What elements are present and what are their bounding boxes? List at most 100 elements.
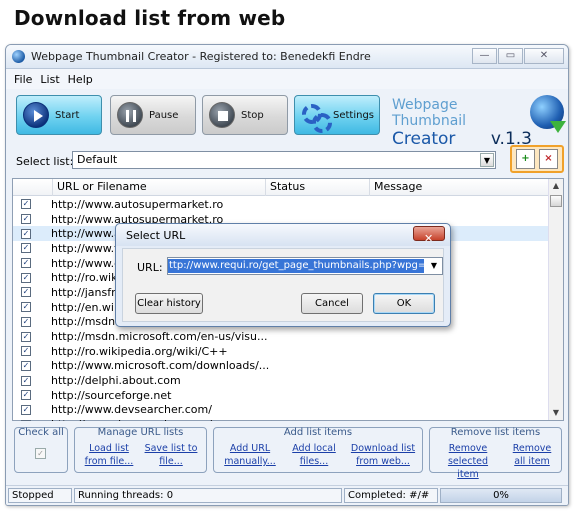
load-list-line1: Load list: [89, 443, 129, 454]
remove-all-link[interactable]: Remove all item: [508, 442, 556, 468]
row-url: http://en.wiki: [51, 300, 124, 314]
scroll-thumb[interactable]: [550, 195, 562, 207]
list-tools: + ×: [510, 145, 564, 173]
gears-icon: [301, 102, 332, 133]
dialog-title-bar: Select URL ✕: [116, 224, 450, 246]
row-checkbox[interactable]: ✓: [21, 331, 31, 342]
row-url: http://www.devsearcher.com/: [51, 418, 212, 421]
menu-bar: File List Help: [6, 69, 568, 89]
save-list-line2: file...: [159, 456, 183, 467]
vertical-scrollbar[interactable]: ▲ ▼: [548, 179, 563, 420]
remove-all-line2: all item: [514, 456, 550, 467]
add-local-line2: files...: [299, 456, 329, 467]
dialog-close-button[interactable]: ✕: [413, 226, 445, 245]
brand-line1: Webpage Thumbnail: [392, 97, 467, 129]
load-list-line2: from file...: [84, 456, 134, 467]
row-url: http://delphi.about.com: [51, 374, 181, 388]
header-status[interactable]: Status: [266, 179, 370, 196]
pause-button[interactable]: Pause: [110, 95, 196, 135]
stop-button[interactable]: Stop: [202, 95, 288, 135]
header-url[interactable]: URL or Filename: [53, 179, 266, 196]
cancel-button[interactable]: Cancel: [301, 293, 363, 314]
row-checkbox[interactable]: ✓: [21, 346, 31, 357]
check-all-checkbox[interactable]: ✓: [35, 448, 46, 459]
add-document-icon: +: [521, 153, 530, 164]
remove-selected-link[interactable]: Remove selected item: [436, 442, 500, 481]
save-list-line1: Save list to: [144, 443, 198, 454]
load-list-link[interactable]: Load list from file...: [83, 442, 135, 468]
row-checkbox[interactable]: ✓: [21, 214, 31, 225]
table-row[interactable]: ✓ http://sourceforge.net: [13, 388, 549, 403]
ok-button[interactable]: OK: [373, 293, 435, 314]
remove-selected-line1: Remove: [448, 443, 488, 454]
menu-help[interactable]: Help: [68, 73, 93, 86]
new-list-button[interactable]: +: [516, 149, 535, 169]
select-list-dropdown[interactable]: Default ▼: [72, 151, 496, 169]
row-checkbox[interactable]: ✓: [21, 287, 31, 298]
delete-list-button[interactable]: ×: [539, 149, 558, 169]
clear-history-button[interactable]: Clear history: [135, 293, 203, 314]
remove-selected-line2: selected item: [447, 456, 489, 480]
maximize-button[interactable]: ▭: [498, 48, 523, 64]
play-icon: [23, 102, 49, 128]
check-all-title: Check all: [18, 427, 64, 438]
download-list-link[interactable]: Download list from web...: [350, 442, 416, 468]
row-url: http://jansfre: [51, 285, 123, 299]
status-completed: Completed: #/#: [344, 488, 438, 503]
table-row[interactable]: ✓ http://www.devsearcher.com/: [13, 403, 549, 418]
table-row[interactable]: ✓ http://msdn.microsoft.com/en-us/visu...: [13, 329, 549, 344]
scroll-down-icon[interactable]: ▼: [549, 406, 563, 420]
table-row[interactable]: ✓ http://delphi.about.com: [13, 373, 549, 388]
remove-items-group: Remove list items Remove selected item R…: [429, 427, 562, 480]
settings-button[interactable]: Settings: [294, 95, 380, 135]
save-list-link[interactable]: Save list to file...: [141, 442, 201, 468]
start-button[interactable]: Start: [16, 95, 102, 135]
row-checkbox[interactable]: ✓: [21, 243, 31, 254]
add-local-line1: Add local: [292, 443, 336, 454]
minimize-button[interactable]: —: [472, 48, 497, 64]
url-label: URL:: [137, 261, 163, 274]
manage-lists-group: Manage URL lists Load list from file... …: [74, 427, 207, 473]
row-checkbox[interactable]: ✓: [21, 375, 31, 386]
globe-download-icon: [530, 95, 566, 133]
progress-text: 0%: [493, 490, 509, 501]
row-checkbox[interactable]: ✓: [21, 302, 31, 313]
table-row[interactable]: ✓ http://ro.wikipedia.org/wiki/C++: [13, 344, 549, 359]
url-combobox[interactable]: ttp://www.requi.ro/get_page_thumbnails.p…: [167, 257, 443, 275]
stop-icon: [209, 102, 235, 128]
row-checkbox[interactable]: ✓: [21, 272, 31, 283]
row-checkbox[interactable]: ✓: [21, 199, 31, 210]
url-input[interactable]: ttp://www.requi.ro/get_page_thumbnails.p…: [168, 259, 424, 273]
close-button[interactable]: ✕: [524, 48, 564, 64]
table-row[interactable]: ✓ http://www.microsoft.com/downloads/...: [13, 359, 549, 374]
row-checkbox[interactable]: ✓: [21, 228, 31, 239]
select-list-label: Select list:: [16, 155, 74, 168]
row-checkbox[interactable]: ✓: [21, 419, 31, 421]
toolbar: Start Pause Stop Settings Webpage Thumbn…: [12, 95, 566, 149]
app-globe-icon: [12, 50, 25, 63]
chevron-down-icon[interactable]: ▼: [480, 153, 494, 167]
settings-label: Settings: [333, 109, 375, 121]
chevron-down-icon[interactable]: ▼: [427, 259, 441, 273]
add-url-link[interactable]: Add URL manually...: [222, 442, 278, 468]
select-url-dialog: Select URL ✕ URL: ttp://www.requi.ro/get…: [115, 223, 451, 327]
menu-list[interactable]: List: [40, 73, 59, 86]
header-message[interactable]: Message: [370, 179, 550, 196]
select-list-row: Select list: Default ▼ + ×: [12, 145, 564, 177]
add-local-files-link[interactable]: Add local files...: [288, 442, 340, 468]
scroll-up-icon[interactable]: ▲: [549, 179, 563, 193]
pause-icon: [117, 102, 143, 128]
row-checkbox[interactable]: ✓: [21, 258, 31, 269]
row-checkbox[interactable]: ✓: [21, 390, 31, 401]
menu-file[interactable]: File: [14, 73, 32, 86]
add-items-title: Add list items: [283, 427, 353, 438]
row-checkbox[interactable]: ✓: [21, 316, 31, 327]
add-items-group: Add list items Add URL manually... Add l…: [213, 427, 423, 473]
table-row[interactable]: ✓ http://www.autosupermarket.ro: [13, 197, 549, 212]
row-checkbox[interactable]: ✓: [21, 360, 31, 371]
manage-lists-title: Manage URL lists: [97, 427, 184, 438]
close-icon: ✕: [424, 232, 434, 245]
table-row[interactable]: ✓ http://www.devsearcher.com/: [13, 417, 549, 421]
row-url: http://ro.wikipedia.org/wiki/C++: [51, 344, 228, 358]
row-checkbox[interactable]: ✓: [21, 404, 31, 415]
